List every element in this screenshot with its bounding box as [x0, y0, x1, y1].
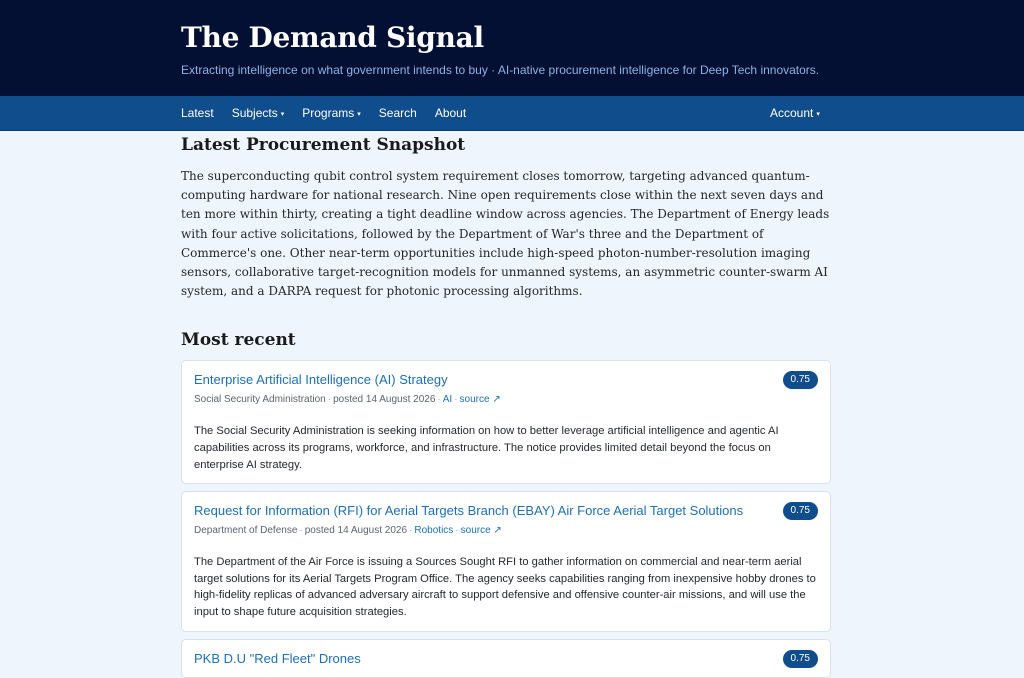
snapshot-heading: Latest Procurement Snapshot — [181, 135, 466, 155]
listing-source-link[interactable]: source ↗ — [460, 394, 501, 405]
listing-source-link[interactable]: source ↗ — [461, 525, 502, 536]
listing-agency: Department of Defense — [194, 525, 298, 537]
listing-title-link[interactable]: Request for Information (RFI) for Aerial… — [194, 503, 764, 519]
masthead: The Demand Signal Extracting intelligenc… — [0, 0, 1024, 96]
caret-down-icon: ▾ — [357, 111, 361, 118]
main-nav: Latest Subjects ▾ Programs ▾ Search About … — [0, 96, 1024, 131]
nav-about-label: About — [434, 106, 467, 120]
most-recent-heading: Most recent — [181, 330, 296, 351]
listing-subject-tag[interactable]: Robotics — [414, 525, 453, 536]
relevance-score-badge: 0.75 — [782, 371, 818, 390]
nav-subjects-label: Subjects — [231, 106, 278, 120]
listing-posted-date: posted 14 August 2026 — [333, 394, 436, 406]
nav-about[interactable]: About — [435, 106, 466, 120]
listing-card: PKB D.U "Red Fleet" Drones 0.75 — [181, 638, 831, 678]
nav-latest[interactable]: Latest — [181, 106, 214, 120]
listing-posted-date: posted 14 August 2026 — [304, 525, 408, 537]
listing-title-link[interactable]: Enterprise Artificial Intelligence (AI) … — [194, 372, 764, 388]
listing-agency: Social Security Administration — [194, 394, 326, 406]
listing-summary: The Department of the Air Force is issui… — [194, 556, 816, 618]
nav-programs-dropdown[interactable]: Programs ▾ — [302, 106, 361, 120]
relevance-score-badge: 0.75 — [782, 649, 818, 668]
listing-card: Request for Information (RFI) for Aerial… — [181, 491, 831, 632]
main-content: Latest Procurement Snapshot The supercon… — [181, 130, 831, 678]
listing-subject-tag[interactable]: AI — [443, 394, 452, 405]
listing-meta: Social Security Administration · posted 14… — [194, 394, 501, 406]
nav-account-label: Account — [770, 106, 814, 120]
nav-subjects-dropdown[interactable]: Subjects ▾ — [232, 106, 285, 120]
snapshot-summary: The superconducting qubit control system… — [181, 169, 830, 299]
listing-summary: The Social Security Administration is se… — [194, 425, 779, 471]
nav-account-dropdown[interactable]: Account ▾ — [770, 106, 820, 120]
relevance-score-badge: 0.75 — [782, 502, 818, 521]
site-title[interactable]: The Demand Signal — [181, 21, 484, 54]
site-tagline: Extracting intelligence on what governme… — [181, 63, 820, 77]
listing-title-link[interactable]: PKB D.U "Red Fleet" Drones — [194, 651, 764, 667]
nav-latest-label: Latest — [181, 106, 214, 120]
nav-search-label: Search — [378, 106, 417, 120]
caret-down-icon: ▾ — [816, 111, 820, 118]
caret-down-icon: ▾ — [280, 111, 285, 118]
listing-meta: Department of Defense · posted 14 August 2… — [194, 525, 502, 537]
listing-card: Enterprise Artificial Intelligence (AI) … — [181, 360, 831, 485]
nav-programs-label: Programs — [302, 106, 355, 120]
nav-search[interactable]: Search — [379, 106, 417, 120]
